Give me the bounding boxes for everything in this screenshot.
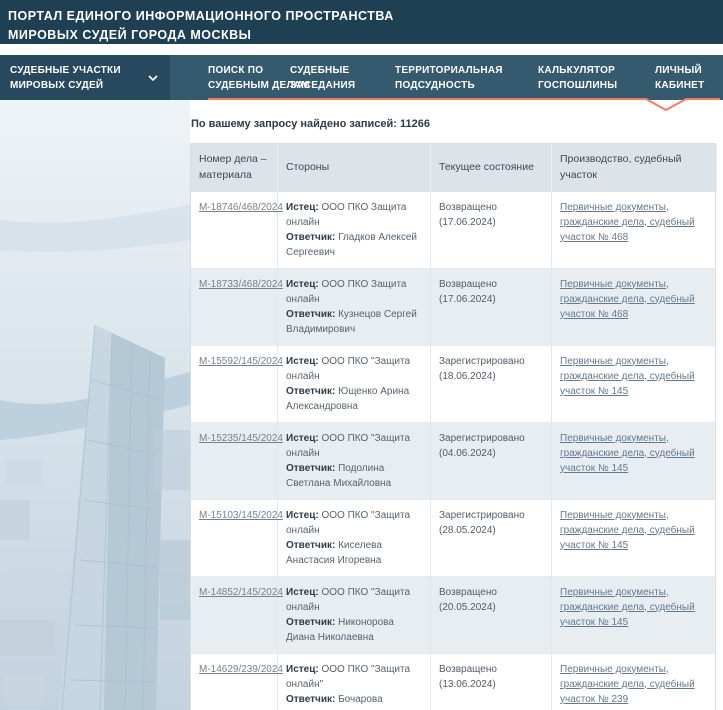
case-number-link[interactable]: М-15592/145/2024 xyxy=(199,356,283,367)
defendant-label: Ответчик: xyxy=(286,232,335,243)
site-header: ПОРТАЛ ЕДИНОГО ИНФОРМАЦИОННОГО ПРОСТРАНС… xyxy=(0,0,723,44)
nav-item-label: ЛИЧНЫЙКАБИНЕТ xyxy=(655,63,704,93)
defendant-label: Ответчик: xyxy=(286,463,335,474)
nav-item-territorial[interactable]: ТЕРРИТОРИАЛЬНАЯПОДСУДНОСТЬ xyxy=(395,55,503,100)
active-tab-indicator xyxy=(208,97,720,113)
results-summary-text: По вашему запросу найдено записей: xyxy=(191,118,397,130)
case-number-link[interactable]: М-15103/145/2024 xyxy=(199,510,283,521)
plaintiff-label: Истец: xyxy=(286,202,319,213)
plaintiff-label: Истец: xyxy=(286,356,319,367)
column-header-production: Производство, судебный участок xyxy=(552,144,717,192)
nav-item-hearings[interactable]: СУДЕБНЫЕЗАСЕДАНИЯ xyxy=(290,55,355,100)
case-number-link[interactable]: М-18733/468/2024 xyxy=(199,279,283,290)
plaintiff-label: Истец: xyxy=(286,510,319,521)
portal-page: ПОРТАЛ ЕДИНОГО ИНФОРМАЦИОННОГО ПРОСТРАНС… xyxy=(0,0,723,710)
defendant-label: Ответчик: xyxy=(286,617,335,628)
case-status: Зарегистрировано (28.05.2024) xyxy=(439,510,525,536)
defendant-label: Ответчик: xyxy=(286,694,335,705)
production-link[interactable]: Первичные документы, гражданские дела, с… xyxy=(560,510,695,551)
nav-item-label: КАЛЬКУЛЯТОРГОСПОШЛИНЫ xyxy=(538,63,617,93)
results-summary: По вашему запросу найдено записей: 11266 xyxy=(191,118,718,130)
nav-item-label: СУДЕБНЫЕЗАСЕДАНИЯ xyxy=(290,63,355,93)
nav-item-cabinet[interactable]: ЛИЧНЫЙКАБИНЕТ xyxy=(655,55,704,100)
table-row: М-14852/145/2024 Истец: ООО ПКО "Защита … xyxy=(191,576,715,653)
table-row: М-15103/145/2024 Истец: ООО ПКО "Защита … xyxy=(191,499,715,576)
nav-item-sections[interactable]: СУДЕБНЫЕ УЧАСТКИМИРОВЫХ СУДЕЙ xyxy=(0,55,170,100)
case-number-link[interactable]: М-18746/468/2024 xyxy=(199,202,283,213)
site-title-line1: ПОРТАЛ ЕДИНОГО ИНФОРМАЦИОННОГО ПРОСТРАНС… xyxy=(8,7,713,26)
defendant-label: Ответчик: xyxy=(286,540,335,551)
plaintiff-label: Истец: xyxy=(286,664,319,675)
production-link[interactable]: Первичные документы, гражданские дела, с… xyxy=(560,356,695,397)
table-row: М-18733/468/2024 Истец: ООО ПКО Защита о… xyxy=(191,268,715,345)
production-link[interactable]: Первичные документы, гражданские дела, с… xyxy=(560,202,695,243)
city-background-image xyxy=(0,100,190,710)
table-row: М-15235/145/2024 Истец: ООО ПКО "Защита … xyxy=(191,422,715,499)
case-number-link[interactable]: М-14629/239/2024 xyxy=(199,664,283,675)
column-header-parties: Стороны xyxy=(278,144,431,192)
table-header-row: Номер дела – материала Стороны Текущее с… xyxy=(191,144,715,192)
nav-item-calculator[interactable]: КАЛЬКУЛЯТОРГОСПОШЛИНЫ xyxy=(538,55,617,100)
case-status: Зарегистрировано (04.06.2024) xyxy=(439,433,525,459)
main-nav: СУДЕБНЫЕ УЧАСТКИМИРОВЫХ СУДЕЙ ПОИСК ПОСУ… xyxy=(0,55,723,100)
cases-table: Номер дела – материала Стороны Текущее с… xyxy=(190,143,716,710)
column-header-case-number: Номер дела – материала xyxy=(191,144,278,192)
chevron-down-icon xyxy=(148,75,158,81)
case-number-link[interactable]: М-15235/145/2024 xyxy=(199,433,283,444)
case-status: Возвращено (13.06.2024) xyxy=(439,664,497,690)
case-status: Возвращено (17.06.2024) xyxy=(439,279,497,305)
table-row: М-14629/239/2024 Истец: ООО ПКО "Защита … xyxy=(191,653,715,710)
defendant-label: Ответчик: xyxy=(286,309,335,320)
case-number-link[interactable]: М-14852/145/2024 xyxy=(199,587,283,598)
plaintiff-label: Истец: xyxy=(286,279,319,290)
table-row: М-15592/145/2024 Истец: ООО ПКО "Защита … xyxy=(191,345,715,422)
nav-item-label: ТЕРРИТОРИАЛЬНАЯПОДСУДНОСТЬ xyxy=(395,63,503,93)
results-count: 11266 xyxy=(400,118,430,130)
plaintiff-label: Истец: xyxy=(286,587,319,598)
plaintiff-label: Истец: xyxy=(286,433,319,444)
nav-item-label: СУДЕБНЫЕ УЧАСТКИМИРОВЫХ СУДЕЙ xyxy=(10,63,121,93)
defendant-label: Ответчик: xyxy=(286,386,335,397)
search-results-panel: По вашему запросу найдено записей: 11266… xyxy=(190,118,718,710)
column-header-status: Текущее состояние xyxy=(431,144,552,192)
table-row: М-18746/468/2024 Истец: ООО ПКО Защита о… xyxy=(191,192,715,268)
production-link[interactable]: Первичные документы, гражданские дела, с… xyxy=(560,433,695,474)
production-link[interactable]: Первичные документы, гражданские дела, с… xyxy=(560,279,695,320)
site-title-line2: МИРОВЫХ СУДЕЙ ГОРОДА МОСКВЫ xyxy=(8,26,713,45)
case-status: Зарегистрировано (18.06.2024) xyxy=(439,356,525,382)
production-link[interactable]: Первичные документы, гражданские дела, с… xyxy=(560,587,695,628)
table-body: М-18746/468/2024 Истец: ООО ПКО Защита о… xyxy=(191,192,715,710)
production-link[interactable]: Первичные документы, гражданские дела, с… xyxy=(560,664,695,705)
case-status: Возвращено (17.06.2024) xyxy=(439,202,497,228)
case-status: Возвращено (20.05.2024) xyxy=(439,587,497,613)
